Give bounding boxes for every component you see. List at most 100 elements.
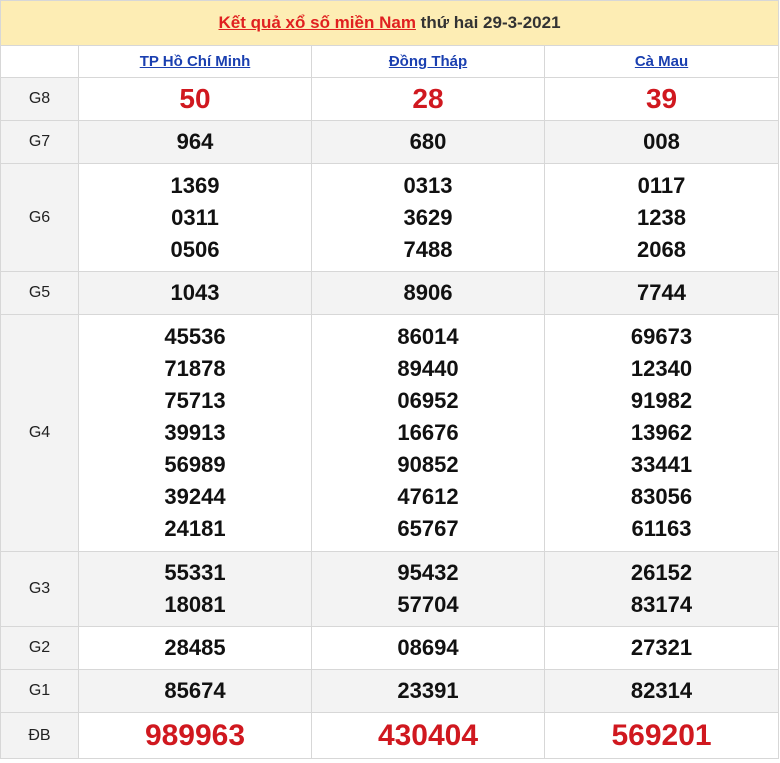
prize-number: 90852 [397,452,459,477]
prize-row: G6 1369 0311 0506 0313 3629 7488 0117 1238 2068 [0,163,780,272]
prize-number: 65767 [397,516,459,541]
lottery-results: Kết quả xổ số miền Nam thứ hai 29-3-2021… [0,0,780,759]
prize-number: 89440 [397,356,459,381]
prize-row: G1 85674 23391 82314 [0,669,780,713]
prize-cell: 569201 [543,712,780,759]
prize-number: 06952 [397,388,459,413]
prize-number: 28 [412,83,444,114]
province-header-row: TP Hồ Chí Minh Đồng Tháp Cà Mau [0,45,780,78]
prize-cell: 26152 83174 [543,551,780,627]
prize-number: 83056 [630,484,693,509]
prize-number: 91982 [630,388,693,413]
prize-row: G5 1043 8906 7744 [0,271,780,315]
prize-cell: 23391 [311,669,545,713]
prize-cell: 28485 [78,626,312,670]
prize-cell: 95432 57704 [311,551,545,627]
prize-label: G1 [0,669,79,713]
title-date: thứ hai 29-3-2021 [420,13,561,32]
prize-cell: 1369 0311 0506 [78,163,312,272]
title-link[interactable]: Kết quả xổ số miền Nam [219,13,416,32]
prize-row: ĐB 989963 430404 569201 [0,712,780,759]
prize-number: 964 [176,129,214,154]
prize-rows: G8 50 28 39 G7 964 680 008 G6 1369 0311 0506 0313 362… [0,77,780,759]
prize-label: G2 [0,626,79,670]
prize-number: 13962 [630,420,693,445]
prize-number: 26152 [630,560,693,585]
province-header-cell: Đồng Tháp [311,45,545,78]
prize-number: 680 [409,129,447,154]
prize-row: G4 45536 71878 75713 39913 56989 39244 24181 860… [0,314,780,552]
province-link-ca-mau[interactable]: Cà Mau [635,53,688,70]
prize-number: 86014 [397,324,459,349]
province-link-dong-thap[interactable]: Đồng Tháp [389,53,467,70]
prize-row: G3 55331 18081 95432 57704 26152 83174 [0,551,780,627]
prize-cell: 27321 [543,626,780,670]
prize-cell: 82314 [543,669,780,713]
prize-number: 39 [645,83,678,114]
prize-number: 8906 [403,280,453,305]
prize-number: 008 [643,129,680,154]
prize-cell: 0117 1238 2068 [543,163,780,272]
prize-cell: 55331 18081 [78,551,312,627]
prize-label: G6 [0,163,79,272]
province-header-cell: Cà Mau [543,45,780,78]
prize-cell: 45536 71878 75713 39913 56989 39244 24181 [78,314,312,552]
prize-number: 45536 [164,324,226,349]
prize-number: 18081 [164,592,226,617]
prize-number: 1369 [170,172,220,198]
prize-cell: 964 [78,120,312,164]
prize-number: 95432 [397,560,459,585]
prize-number: 83174 [630,592,693,617]
prize-cell: 989963 [78,712,312,759]
prize-cell: 69673 12340 91982 13962 33441 83056 61163 [543,314,780,552]
prize-cell: 7744 [543,271,780,315]
prize-cell: 28 [311,77,545,121]
prize-cell: 85674 [78,669,312,713]
prize-label: G3 [0,551,79,627]
prize-number: 7744 [637,280,686,305]
prize-number: 3629 [403,204,453,230]
prize-label: G5 [0,271,79,315]
prize-number: 39913 [164,420,226,445]
prize-cell: 0313 3629 7488 [311,163,545,272]
prize-cell: 86014 89440 06952 16676 90852 47612 65767 [311,314,545,552]
prize-number: 50 [179,83,211,114]
prize-cell: 1043 [78,271,312,315]
prize-cell: 08694 [311,626,545,670]
province-link-hcm[interactable]: TP Hồ Chí Minh [140,53,251,70]
prize-cell: 008 [543,120,780,164]
prize-number: 569201 [611,718,712,752]
prize-label: G8 [0,77,79,121]
prize-number: 71878 [164,356,226,381]
prize-row: G8 50 28 39 [0,77,780,121]
prize-number: 989963 [144,718,246,752]
corner-cell [0,45,79,78]
table-title: Kết quả xổ số miền Nam thứ hai 29-3-2021 [0,0,780,46]
prize-number: 39244 [164,484,226,509]
prize-label: ĐB [0,712,79,759]
prize-cell: 680 [311,120,545,164]
prize-number: 1043 [170,280,220,305]
prize-cell: 8906 [311,271,545,315]
prize-number: 23391 [397,678,459,703]
prize-number: 27321 [630,635,693,660]
prize-number: 55331 [164,560,226,585]
prize-number: 0117 [637,172,686,198]
prize-number: 69673 [630,324,693,349]
prize-number: 24181 [164,516,226,541]
prize-number: 12340 [630,356,693,381]
prize-cell: 50 [78,77,312,121]
prize-number: 82314 [630,678,693,703]
province-header-cell: TP Hồ Chí Minh [78,45,312,78]
prize-number: 16676 [397,420,459,445]
prize-number: 08694 [397,635,459,660]
prize-number: 85674 [164,678,226,703]
prize-number: 430404 [377,718,479,752]
prize-number: 56989 [164,452,226,477]
prize-number: 0311 [171,204,219,230]
prize-number: 28485 [164,635,226,660]
prize-cell: 430404 [311,712,545,759]
prize-number: 57704 [397,592,459,617]
prize-cell: 39 [543,77,780,121]
prize-number: 7488 [403,236,453,262]
